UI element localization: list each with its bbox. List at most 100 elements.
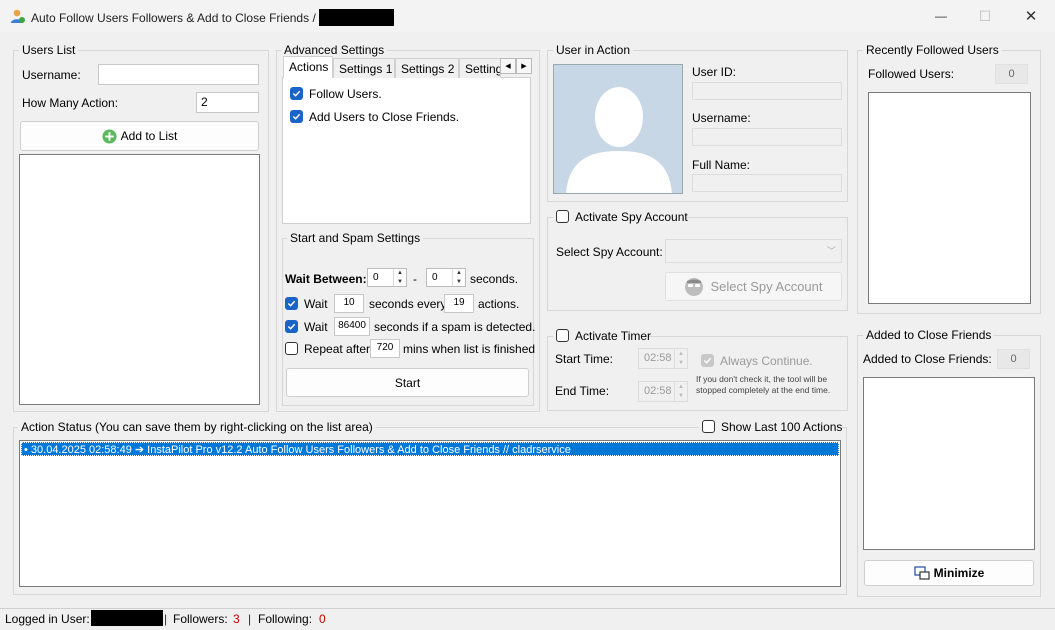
check-icon [287, 323, 296, 330]
redacted-account [319, 9, 395, 26]
spy-account-select[interactable]: ﹀ [665, 239, 842, 263]
maximize-window-button[interactable]: ☐ [962, 0, 1008, 32]
followed-users-count: 0 [995, 64, 1028, 84]
followers-label: Followers: [173, 612, 228, 626]
spam-wait-input[interactable]: 86400 [334, 317, 370, 336]
wait-max-value: 0 [432, 272, 438, 283]
spam-wait-checkbox[interactable] [285, 320, 298, 333]
how-many-label: How Many Action: [22, 96, 119, 110]
spam-settings-title: Start and Spam Settings [287, 231, 424, 245]
close-friends-count: 0 [997, 349, 1030, 369]
arrow-right-icon: ▶ [521, 63, 527, 70]
wait-between-label: Wait Between: [285, 272, 367, 286]
check-icon [287, 300, 296, 307]
how-many-input[interactable]: 2 [196, 92, 259, 113]
end-time-picker[interactable]: 02:58 ▲ ▼ [638, 381, 688, 402]
end-time-value: 02:58 [644, 385, 672, 397]
list-item[interactable]: • 30.04.2025 02:58:49 ➔ InstaPilot Pro v… [21, 442, 839, 456]
wait-spam-label: Wait [304, 320, 328, 334]
status-separator: | [248, 612, 252, 626]
user-id-field[interactable] [692, 82, 842, 100]
activate-timer-label: Activate Timer [575, 329, 652, 343]
add-close-friends-checkbox[interactable] [290, 110, 303, 123]
seconds-label: seconds. [470, 272, 519, 286]
followers-value: 3 [233, 612, 240, 626]
always-continue-checkbox[interactable] [701, 354, 714, 367]
full-name-field[interactable] [692, 174, 842, 192]
every-actions-input[interactable]: 19 [444, 294, 474, 313]
add-to-list-label: Add to List [120, 129, 178, 143]
wait-max-spinner[interactable]: 0 ▲ ▼ [426, 268, 466, 287]
start-button[interactable]: Start [286, 368, 529, 397]
activate-timer-checkbox[interactable] [556, 329, 569, 342]
wait-every-checkbox[interactable] [285, 297, 298, 310]
actions-label: actions. [478, 297, 520, 311]
seconds-every-label: seconds every [369, 297, 447, 311]
arrow-left-icon: ◀ [505, 63, 511, 70]
followed-users-label: Followed Users: [868, 67, 955, 81]
users-listbox[interactable] [19, 154, 260, 405]
spinner-arrows-icon[interactable]: ▲ ▼ [674, 382, 687, 401]
window-title: Auto Follow Users Followers & Add to Clo… [31, 9, 395, 26]
timer-note: If you don't check it, the tool will be … [696, 374, 831, 395]
spinner-arrows-icon[interactable]: ▲ ▼ [452, 269, 465, 286]
followed-users-listbox[interactable] [868, 92, 1031, 304]
add-to-list-button[interactable]: Add to List [20, 121, 259, 151]
user-username-label: Username: [692, 111, 751, 125]
spinner-arrows-icon[interactable]: ▲ ▼ [393, 269, 406, 286]
minimize-icon: — [935, 9, 947, 23]
chevron-down-icon: ﹀ [826, 246, 836, 256]
recently-followed-title: Recently Followed Users [863, 43, 1002, 57]
close-friends-label: Added to Close Friends: [863, 352, 992, 366]
repeat-suffix-label: mins when list is finished [403, 342, 536, 356]
users-list-title: Users List [19, 43, 79, 57]
tab-scroll-left-button[interactable]: ◀ [500, 58, 516, 74]
user-avatar [553, 64, 683, 194]
window-title-text: Auto Follow Users Followers & Add to Clo… [31, 11, 316, 25]
tab-scroll-right-button[interactable]: ▶ [516, 58, 532, 74]
full-name-label: Full Name: [692, 158, 751, 172]
start-label: Start [394, 375, 421, 390]
spinner-arrows-icon[interactable]: ▲ ▼ [674, 349, 687, 368]
repeat-mins-input[interactable]: 720 [370, 339, 400, 358]
minimize-button[interactable]: Minimize [864, 560, 1034, 586]
start-time-picker[interactable]: 02:58 ▲ ▼ [638, 348, 688, 369]
repeat-checkbox[interactable] [285, 342, 298, 355]
redacted-username [91, 610, 163, 626]
spy-agent-icon [685, 277, 704, 296]
minimize-window-button[interactable]: — [918, 0, 964, 32]
tab-settings-2[interactable]: Settings 2 [395, 58, 459, 78]
minimize-label: Minimize [933, 566, 985, 580]
status-separator: | [164, 612, 168, 626]
always-continue-label: Always Continue. [720, 354, 813, 368]
action-status-listbox[interactable]: • 30.04.2025 02:58:49 ➔ InstaPilot Pro v… [19, 440, 841, 587]
following-label: Following: [258, 612, 313, 626]
user-username-field[interactable] [692, 128, 842, 146]
close-icon: ✕ [1024, 8, 1038, 25]
show-last-label: Show Last 100 Actions [721, 420, 843, 434]
show-last-checkbox[interactable] [702, 420, 715, 433]
minimize-window-icon [914, 566, 930, 580]
wait-seconds-input[interactable]: 10 [334, 294, 364, 313]
tab-settings-1[interactable]: Settings 1 [333, 58, 395, 78]
close-friends-listbox[interactable] [863, 377, 1035, 550]
user-in-action-title: User in Action [553, 43, 634, 57]
maximize-icon: ☐ [978, 7, 992, 24]
username-input[interactable] [98, 64, 259, 85]
end-time-label: End Time: [555, 384, 610, 398]
start-time-label: Start Time: [555, 352, 614, 366]
tab-settings-3[interactable]: Setting [459, 58, 501, 78]
activate-spy-label: Activate Spy Account [575, 210, 688, 224]
start-time-value: 02:58 [644, 352, 672, 364]
wait-min-spinner[interactable]: 0 ▲ ▼ [367, 268, 407, 287]
tab-actions[interactable]: Actions [283, 56, 333, 78]
repeat-after-label: Repeat after [304, 342, 371, 356]
close-window-button[interactable]: ✕ [1008, 0, 1054, 32]
follow-users-checkbox[interactable] [290, 87, 303, 100]
wait-min-value: 0 [373, 272, 379, 283]
app-user-icon [11, 9, 25, 23]
follow-users-label: Follow Users. [309, 87, 382, 101]
select-spy-account-button[interactable]: Select Spy Account [665, 272, 842, 301]
activate-spy-checkbox[interactable] [556, 210, 569, 223]
following-value: 0 [319, 612, 326, 626]
